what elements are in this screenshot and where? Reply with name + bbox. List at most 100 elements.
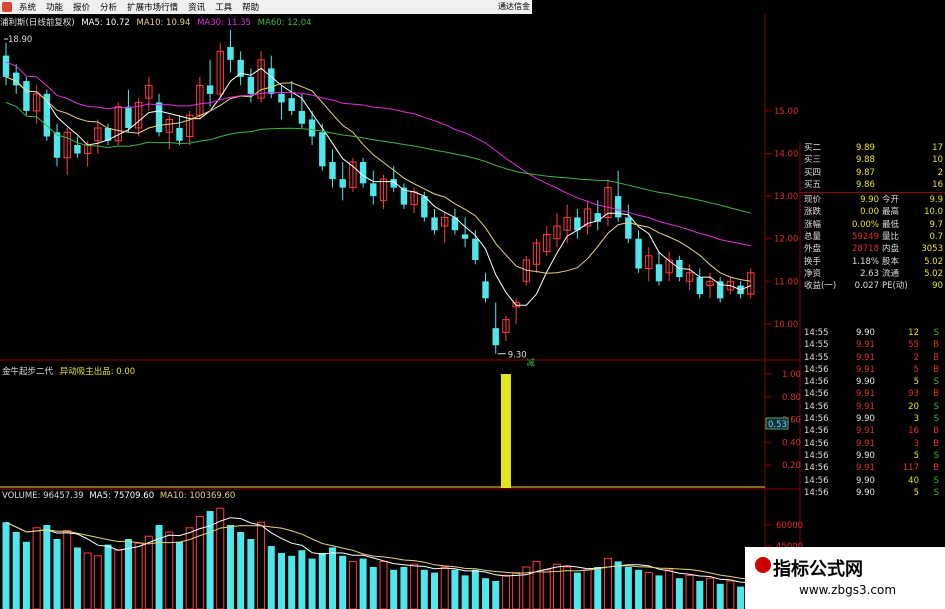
candle-down xyxy=(2,55,10,77)
candle-up xyxy=(165,118,173,133)
volume-bar-down xyxy=(369,567,377,609)
menu-tools[interactable]: 工具 xyxy=(210,1,237,13)
volume-bar-up xyxy=(83,552,92,609)
stat-value-2: 0.7 xyxy=(929,232,943,243)
orderbook-level[interactable]: 买二 9.89 17 xyxy=(800,142,945,154)
ma5-value: MA5: 10.72 xyxy=(81,18,130,28)
level-volume: 17 xyxy=(932,143,943,153)
menu-function[interactable]: 功能 xyxy=(41,1,68,13)
candle-down xyxy=(339,179,346,188)
reduce-marker: 减 xyxy=(526,358,535,369)
volume-bar-up xyxy=(542,569,551,609)
trade-volume: 20 xyxy=(908,401,919,412)
level-price: 9.86 xyxy=(856,179,875,190)
volume-bar-up xyxy=(185,527,194,609)
watermark: 指标公式网 www.zbgs3.com xyxy=(745,547,945,609)
level-price: 9.88 xyxy=(856,155,875,166)
order-book: 买二 9.89 17 买三 9.88 10 买四 9.87 2 买五 9.86 16 现价 9.90 今开 9… xyxy=(800,142,945,293)
stat-label-2: 内盘 xyxy=(882,244,900,255)
candle-up xyxy=(257,59,265,99)
menu-system[interactable]: 系统 xyxy=(14,1,41,13)
volume-bar-up xyxy=(440,566,449,609)
trade-row: 14:56 9.91 16 B xyxy=(800,425,945,437)
candle-up xyxy=(747,272,755,295)
indicator-tick-label: 0.80 xyxy=(782,393,801,403)
ma10-line xyxy=(5,76,751,282)
quote-stat-row: 现价 9.90 今开 9.9 xyxy=(800,194,945,206)
candle-down xyxy=(278,93,285,103)
price-tick-label: 13.00 xyxy=(774,192,798,202)
candle-up xyxy=(114,106,122,142)
candle-down xyxy=(676,260,683,278)
stat-value: 0.00% xyxy=(851,219,879,230)
ma10-value: MA10: 10.94 xyxy=(136,18,191,28)
trade-time: 14:56 xyxy=(804,426,829,437)
stat-value-2: 3053 xyxy=(921,244,943,255)
volume-bar-up xyxy=(726,580,735,609)
volume-bar-down xyxy=(43,525,51,609)
menu-quote[interactable]: 报价 xyxy=(68,1,95,13)
volume-bar-up xyxy=(665,569,674,609)
volume-bar-down xyxy=(339,555,347,609)
volume-bar-down xyxy=(277,553,285,609)
candle-up xyxy=(83,144,92,155)
volume-bar-up xyxy=(583,569,592,609)
candle-down xyxy=(655,264,663,282)
price-tick-label: 15.00 xyxy=(774,107,798,117)
indicator-tick-label: 0.20 xyxy=(782,461,801,471)
volume-bar-up xyxy=(257,521,266,609)
trade-direction: S xyxy=(933,328,939,338)
indicator-name[interactable]: 金牛起步二代 xyxy=(2,367,53,377)
candle-down xyxy=(74,145,81,154)
orderbook-level[interactable]: 买三 9.88 10 xyxy=(800,154,945,166)
trade-time: 14:55 xyxy=(804,340,829,351)
trade-direction: S xyxy=(933,487,939,498)
orderbook-level[interactable]: 买五 9.86 16 xyxy=(800,179,945,191)
candle-down xyxy=(421,196,428,218)
candle-up xyxy=(512,302,520,308)
candle-down xyxy=(716,281,724,299)
volume-bar-up xyxy=(644,572,653,609)
volume-bar-down xyxy=(288,555,296,609)
trade-time: 14:56 xyxy=(804,364,829,375)
ma60-line xyxy=(5,101,751,214)
quote-stat-row: 净资 2.63 流通 5.02 xyxy=(800,268,945,280)
volume-bar-down xyxy=(124,539,132,609)
watermark-title: 指标公式网 xyxy=(773,559,863,580)
menu-news[interactable]: 资讯 xyxy=(183,1,210,13)
volume-bar-up xyxy=(532,560,541,609)
candle-down xyxy=(482,281,489,299)
candle-down xyxy=(472,238,479,261)
trade-volume: 5 xyxy=(913,377,919,388)
volume-bar-up xyxy=(603,558,612,609)
candle-up xyxy=(563,216,571,231)
kline-chart[interactable]: 15.00 14.00 13.00 12.00 11.00 10.00 18.90 9.30减… xyxy=(0,0,945,609)
candle-down xyxy=(288,98,295,111)
menu-analysis[interactable]: 分析 xyxy=(95,1,122,13)
trade-time: 14:56 xyxy=(804,377,829,388)
volume-bar-down xyxy=(226,525,234,609)
menu-extended-market[interactable]: 扩展市场行情 xyxy=(122,1,183,13)
trade-direction: B xyxy=(933,340,939,351)
candle-up xyxy=(665,259,673,274)
volume-bar-down xyxy=(624,567,632,609)
trade-direction: B xyxy=(933,389,939,400)
stock-name[interactable]: 浦利斯(日线前复权) xyxy=(0,18,75,28)
orderbook-level[interactable]: 买四 9.87 2 xyxy=(800,167,945,179)
quote-stat-row: 外盘 28718 内盘 3053 xyxy=(800,243,945,255)
menu-help[interactable]: 帮助 xyxy=(237,1,264,13)
candle-down xyxy=(125,106,132,128)
trade-time: 14:56 xyxy=(804,487,829,498)
price-tick-label: 12.00 xyxy=(774,235,798,245)
candle-up xyxy=(196,84,204,116)
trade-time: 14:56 xyxy=(804,389,829,400)
volume-bar-up xyxy=(522,566,531,609)
trade-row: 14:55 9.90 12 S xyxy=(800,327,945,339)
stat-value-2: 5.02 xyxy=(924,268,943,279)
volume-bar-up xyxy=(348,560,357,609)
level-name: 买二 xyxy=(804,143,822,153)
candle-down xyxy=(461,234,469,239)
stat-label: 现价 xyxy=(804,195,822,206)
volume-bar-down xyxy=(53,539,61,609)
candle-down xyxy=(614,196,622,218)
